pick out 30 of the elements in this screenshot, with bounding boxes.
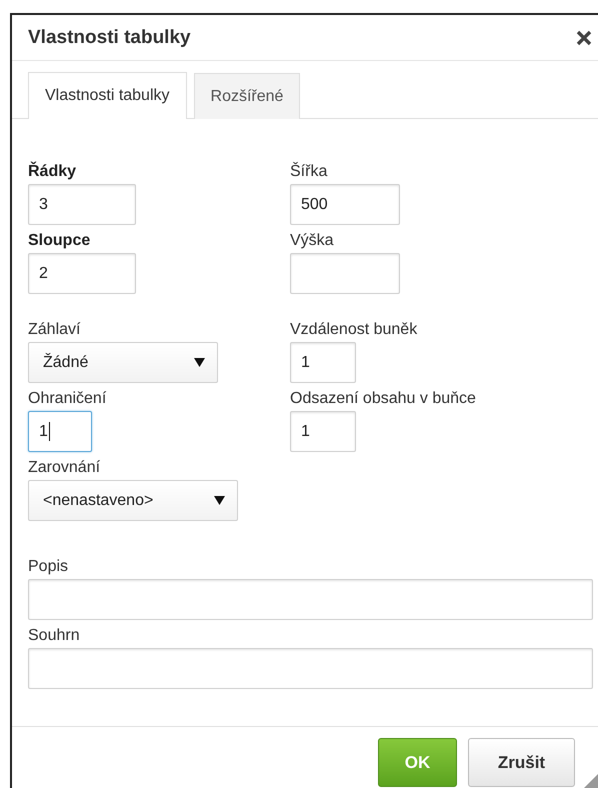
field-label: Vzdálenost buněk — [290, 320, 418, 339]
input-field[interactable] — [28, 648, 593, 689]
input-field[interactable]: 500 — [290, 184, 400, 225]
field-label: Zarovnání — [28, 458, 102, 477]
dropdown[interactable]: <nenastaveno> — [28, 480, 238, 521]
input-field[interactable] — [290, 253, 400, 294]
input-field[interactable]: 1 — [28, 411, 92, 452]
field-label: Výška — [290, 231, 335, 250]
tab[interactable]: Vlastnosti tabulky — [28, 72, 187, 119]
cancel-button[interactable]: Zrušit — [468, 738, 575, 787]
field-label: Souhrn — [28, 626, 81, 645]
tab[interactable]: Rozšířené — [194, 73, 300, 119]
field-label: Sloupce — [28, 231, 92, 250]
dropdown-arrow-icon — [194, 358, 205, 367]
input-field[interactable]: 1 — [290, 411, 356, 452]
dropdown[interactable]: Žádné — [28, 342, 218, 383]
dropdown-arrow-icon — [214, 496, 225, 505]
field-label: Šířka — [290, 162, 328, 181]
input-field[interactable]: 3 — [28, 184, 136, 225]
input-field[interactable] — [28, 579, 593, 620]
input-field[interactable]: 1 — [290, 342, 356, 383]
dialog-title: Vlastnosti tabulky — [28, 26, 191, 48]
resize-handle-icon[interactable] — [584, 774, 598, 788]
close-icon[interactable] — [576, 30, 592, 46]
field-label: Popis — [28, 557, 70, 576]
field-label: Odsazení obsahu v buňce — [290, 389, 477, 408]
field-label: Záhlaví — [28, 320, 82, 339]
field-label: Řádky — [28, 162, 78, 181]
field-label: Ohraničení — [28, 389, 108, 408]
input-field[interactable]: 2 — [28, 253, 136, 294]
